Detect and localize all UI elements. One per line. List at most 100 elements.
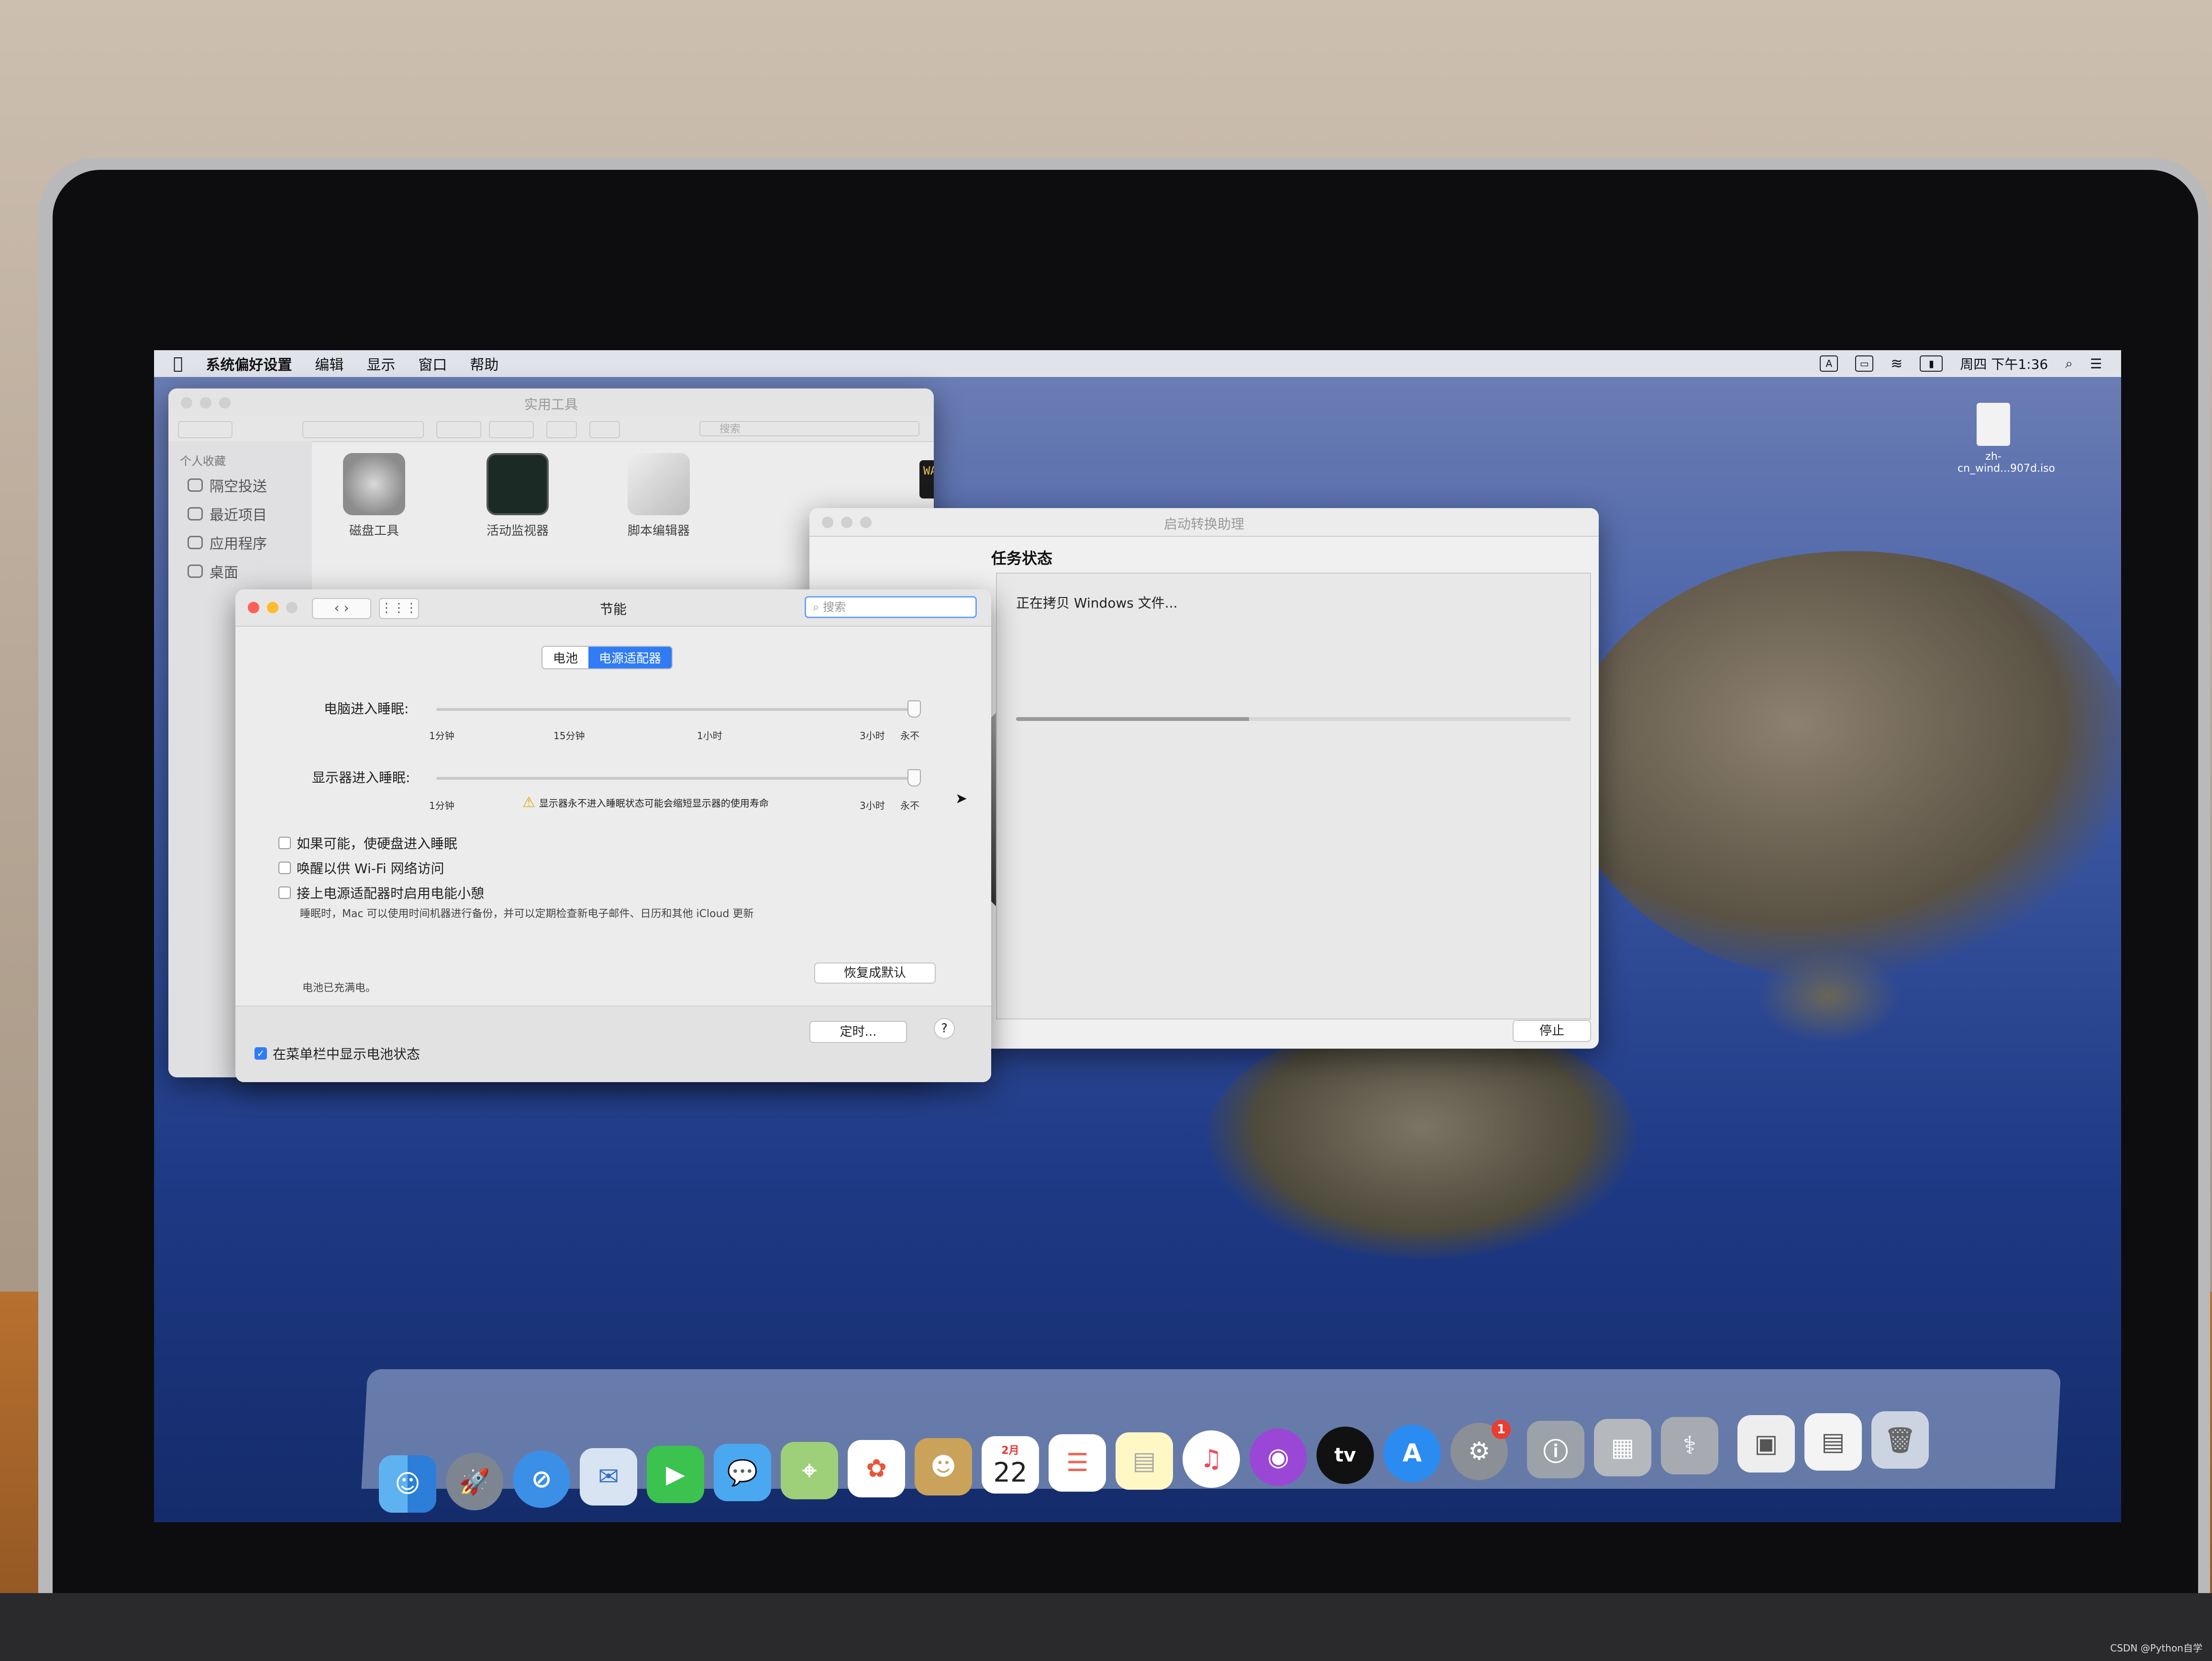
- computer-sleep-thumb[interactable]: [907, 700, 921, 718]
- wallpaper-island-center: [1206, 1020, 1637, 1259]
- battery-status-text: 电池已充满电。: [302, 982, 376, 994]
- group-button[interactable]: [436, 421, 481, 438]
- iso-file-icon[interactable]: ▣: [1737, 1415, 1795, 1473]
- photos-icon[interactable]: ✿: [848, 1440, 905, 1497]
- finder-icon[interactable]: ☺: [379, 1455, 436, 1513]
- reminders-icon[interactable]: ☰: [1049, 1434, 1106, 1492]
- stop-button[interactable]: 停止: [1513, 1020, 1591, 1042]
- tab-battery[interactable]: 电池: [542, 647, 589, 668]
- app-store-icon[interactable]: A: [1383, 1425, 1441, 1482]
- desktop-iso-file[interactable]: zh- cn_wind...907d.iso: [1958, 403, 2056, 475]
- checkbox-power-nap[interactable]: 接上电源适配器时启用电能小憩: [278, 883, 484, 902]
- calendar-month: 2月: [1001, 1444, 1019, 1457]
- sidebar-item-airdrop[interactable]: 隔空投送: [188, 475, 267, 496]
- podcasts-icon[interactable]: ◉: [1250, 1428, 1307, 1486]
- menu-view[interactable]: 显示: [366, 353, 395, 374]
- trash-icon[interactable]: 🗑: [1871, 1411, 1929, 1469]
- disk-utility-icon[interactable]: ▦: [1594, 1419, 1651, 1476]
- checkbox-box[interactable]: [278, 862, 291, 874]
- checkbox-wake-wifi[interactable]: 唤醒以供 Wi-Fi 网络访问: [278, 858, 444, 877]
- sidebar-item-label: 隔空投送: [210, 478, 267, 495]
- mail-icon[interactable]: ✉: [580, 1448, 637, 1506]
- menu-app-name[interactable]: 系统偏好设置: [206, 353, 292, 374]
- finder-toolbar: 搜索: [168, 416, 934, 442]
- prefs-search-field[interactable]: ⌕ 搜索: [805, 596, 977, 618]
- power-source-tabs: 电池 电源适配器: [542, 646, 673, 669]
- safari-icon[interactable]: ⊘: [513, 1451, 570, 1508]
- restore-defaults-button[interactable]: 恢复成默认: [814, 963, 936, 984]
- sidebar-item-desktop[interactable]: 桌面: [188, 561, 238, 582]
- notes-icon[interactable]: ▤: [1116, 1432, 1173, 1490]
- finder-search-field[interactable]: 搜索: [699, 421, 919, 436]
- input-source-icon[interactable]: A: [1820, 355, 1838, 372]
- checkbox-box[interactable]: ✓: [254, 1047, 267, 1060]
- schedule-button[interactable]: 定时...: [809, 1021, 907, 1043]
- task-status-panel: 正在拷贝 Windows 文件...: [996, 573, 1591, 1019]
- recents-icon: [188, 507, 203, 520]
- menu-clock[interactable]: 周四 下午1:36: [1960, 354, 2048, 373]
- calendar-icon[interactable]: 2月 22: [982, 1436, 1039, 1494]
- menu-edit[interactable]: 编辑: [315, 353, 343, 374]
- copy-status-text: 正在拷贝 Windows 文件...: [1016, 595, 1178, 611]
- sidebar-item-applications[interactable]: 应用程序: [188, 532, 267, 553]
- checkbox-disk-sleep[interactable]: 如果可能，使硬盘进入睡眠: [278, 833, 457, 853]
- checkbox-box[interactable]: [278, 886, 291, 899]
- boot-camp-icon[interactable]: ⓘ: [1527, 1421, 1584, 1478]
- computer-tick-3hr: 3小时: [860, 730, 885, 742]
- computer-sleep-label: 电脑进入睡眠:: [324, 701, 409, 717]
- battery-icon[interactable]: ▮: [1920, 355, 1943, 372]
- notification-center-icon[interactable]: ☰: [2090, 356, 2102, 372]
- checkbox-label: 如果可能，使硬盘进入睡眠: [297, 836, 458, 852]
- app-label: 脚本编辑器: [627, 524, 690, 538]
- airplay-icon[interactable]: ▭: [1855, 355, 1874, 372]
- status-area: A ▭ ≋ ▮ 周四 下午1:36 ⌕ ☰: [1820, 350, 2102, 377]
- desktop-file-name-2: cn_wind...907d.iso: [1958, 463, 2056, 475]
- checkbox-show-battery[interactable]: ✓ 在菜单栏中显示电池状态: [254, 1044, 420, 1063]
- console-badge-text: WARNI: [923, 464, 934, 477]
- app-disk-utility[interactable]: 磁盘工具: [321, 453, 427, 539]
- mouse-cursor-icon: ➤: [955, 790, 968, 807]
- apple-menu-icon[interactable]: : [173, 354, 183, 373]
- dock-icons: ☺ 🚀 ⊘ ✉ ▶ 💬 ⌖ ✿ ☻ 2月 22 ☰ ▤ ♫ ◉ tv A ⚙ 1…: [379, 1398, 2063, 1513]
- app-console-partial[interactable]: WARNI: [919, 460, 934, 498]
- tag-button[interactable]: [589, 421, 620, 438]
- view-mode-buttons[interactable]: [302, 421, 424, 438]
- app-activity-monitor[interactable]: 活动监视器: [465, 453, 570, 539]
- app-label: 活动监视器: [486, 524, 549, 538]
- warning-icon: ⚠: [522, 794, 535, 811]
- copy-progress-fill: [1016, 717, 1250, 721]
- energy-bottom-bar: ✓ 在菜单栏中显示电池状态 定时... ?: [235, 1006, 991, 1082]
- system-preferences-icon[interactable]: ⚙ 1: [1450, 1420, 1511, 1480]
- airdrop-icon: [188, 478, 203, 492]
- launchpad-icon[interactable]: 🚀: [446, 1453, 503, 1510]
- document-icon[interactable]: ▤: [1804, 1413, 1862, 1471]
- music-icon[interactable]: ♫: [1183, 1430, 1240, 1488]
- checkbox-box[interactable]: [278, 837, 291, 849]
- display-sleep-label: 显示器进入睡眠:: [312, 770, 410, 786]
- wifi-icon[interactable]: ≋: [1891, 355, 1902, 372]
- back-forward-buttons[interactable]: [178, 421, 232, 438]
- help-button[interactable]: ?: [934, 1018, 955, 1039]
- tv-icon[interactable]: tv: [1316, 1427, 1374, 1484]
- sidebar-item-recents[interactable]: 最近项目: [188, 503, 267, 524]
- stethoscope-icon[interactable]: ⚕: [1661, 1417, 1718, 1474]
- action-button[interactable]: [489, 421, 534, 438]
- maps-icon[interactable]: ⌖: [781, 1442, 838, 1499]
- share-button[interactable]: [546, 421, 577, 438]
- computer-tick-1min: 1分钟: [429, 730, 454, 742]
- app-script-editor[interactable]: 脚本编辑器: [606, 453, 711, 539]
- menu-help[interactable]: 帮助: [470, 353, 498, 374]
- contacts-icon[interactable]: ☻: [915, 1438, 972, 1495]
- sidebar-header: 个人收藏: [180, 454, 226, 468]
- computer-sleep-slider[interactable]: [436, 708, 915, 711]
- spotlight-icon[interactable]: ⌕: [2065, 355, 2073, 372]
- display-sleep-thumb[interactable]: [907, 769, 921, 786]
- menu-window[interactable]: 窗口: [418, 353, 447, 374]
- messages-icon[interactable]: 💬: [714, 1444, 771, 1501]
- checkbox-label: 唤醒以供 Wi-Fi 网络访问: [297, 861, 444, 876]
- applications-icon: [188, 536, 203, 549]
- facetime-icon[interactable]: ▶: [647, 1446, 704, 1503]
- display-sleep-slider[interactable]: [436, 777, 915, 780]
- app-label: 磁盘工具: [349, 524, 399, 538]
- tab-power-adapter[interactable]: 电源适配器: [588, 647, 672, 668]
